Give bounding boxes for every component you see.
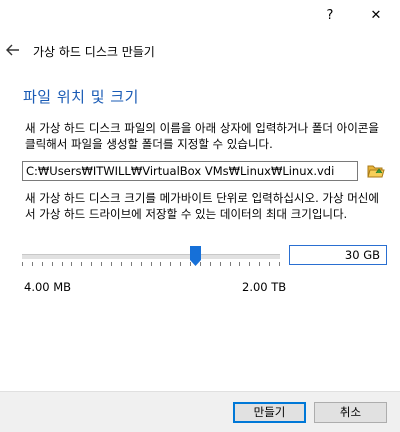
slider-max-label: 2.00 TB [242, 280, 287, 294]
title-bar: ? ✕ [0, 0, 400, 30]
slider-tick [42, 262, 43, 266]
slider-tick [52, 262, 53, 266]
help-button[interactable]: ? [310, 0, 350, 30]
size-description: 새 가상 하드 디스크 크기를 메가바이트 단위로 입력하십시오. 가상 머신에… [25, 191, 379, 221]
close-button[interactable]: ✕ [356, 0, 396, 30]
file-path-input[interactable]: C:₩Users₩ITWILL₩VirtualBox VMs₩Linux₩Lin… [22, 161, 358, 181]
slider-tick [32, 262, 33, 266]
slider-tick [91, 262, 92, 266]
cancel-button[interactable]: 취소 [314, 402, 387, 423]
slider-tick [71, 262, 72, 266]
wizard-header: 가상 하드 디스크 만들기 [0, 30, 400, 70]
slider-track [22, 254, 280, 259]
slider-tick [249, 262, 250, 266]
slider-tick [101, 262, 102, 266]
slider-tick [151, 262, 152, 266]
slider-tick [22, 262, 23, 266]
slider-tick [230, 262, 231, 266]
section-title: 파일 위치 및 크기 [23, 88, 139, 106]
location-description: 새 가상 하드 디스크 파일의 이름을 아래 상자에 입력하거나 폴더 아이콘을… [25, 121, 379, 151]
slider-tick [121, 262, 122, 266]
slider-tick [111, 262, 112, 266]
slider-tick [279, 262, 280, 266]
back-arrow-icon[interactable] [6, 42, 20, 58]
slider-thumb[interactable] [190, 246, 201, 266]
slider-tick [239, 262, 240, 266]
slider-tick [81, 262, 82, 266]
slider-min-label: 4.00 MB [24, 280, 72, 294]
close-icon: ✕ [370, 7, 382, 23]
slider-tick [160, 262, 161, 266]
folder-open-icon[interactable] [367, 162, 385, 180]
slider-tick [210, 262, 211, 266]
help-icon: ? [326, 7, 334, 23]
slider-tick [62, 262, 63, 266]
size-slider[interactable] [22, 244, 280, 270]
size-input[interactable]: 30 GB [289, 245, 387, 265]
footer-bar: 만들기 취소 [0, 391, 400, 432]
slider-tick [180, 262, 181, 266]
create-button[interactable]: 만들기 [233, 402, 306, 423]
slider-tick [259, 262, 260, 266]
slider-tick [269, 262, 270, 266]
slider-tick [220, 262, 221, 266]
slider-tick [170, 262, 171, 266]
slider-tick [141, 262, 142, 266]
wizard-title: 가상 하드 디스크 만들기 [33, 45, 155, 59]
slider-tick [131, 262, 132, 266]
